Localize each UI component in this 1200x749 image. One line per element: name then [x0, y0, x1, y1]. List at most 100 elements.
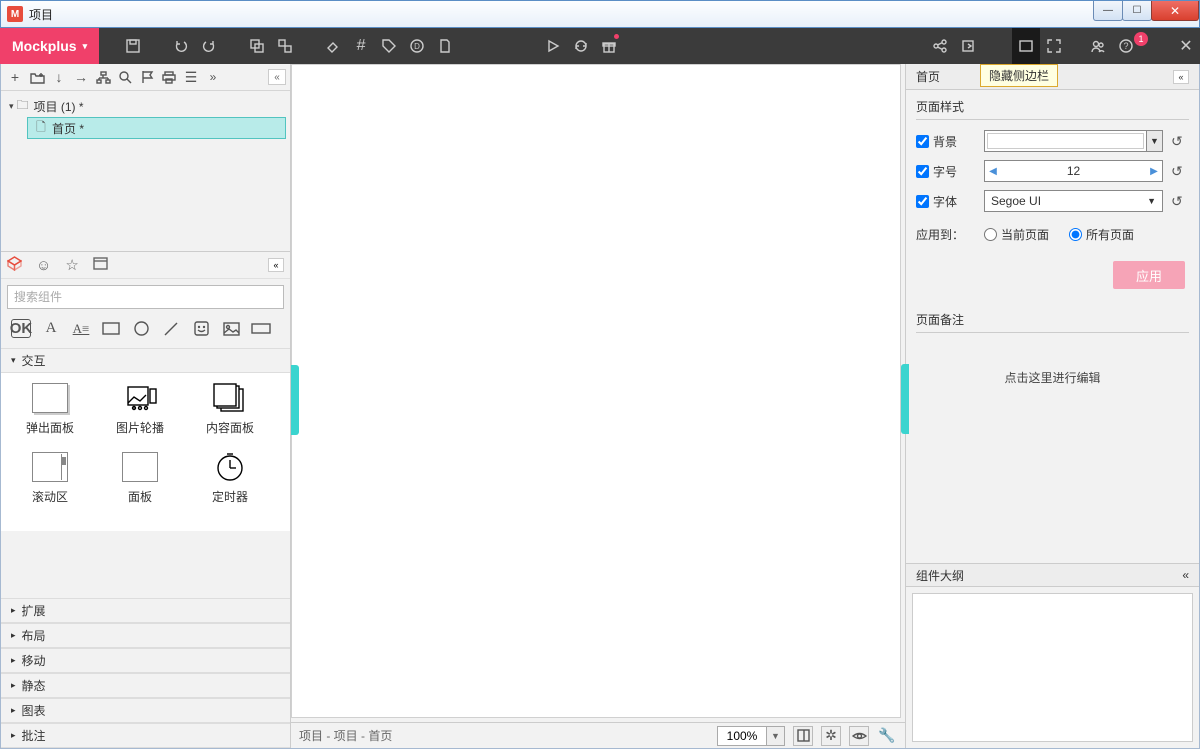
window-title: 项目	[29, 6, 53, 23]
tree-page[interactable]: 🗋首页 *	[27, 117, 286, 139]
export-icon[interactable]	[954, 28, 982, 64]
left-handle[interactable]	[291, 365, 299, 435]
right-handle[interactable]	[901, 364, 909, 434]
print-icon[interactable]	[159, 67, 179, 87]
comp-carousel[interactable]: 图片轮播	[95, 383, 185, 436]
memo-editor[interactable]: 点击这里进行编辑	[906, 339, 1199, 416]
comp-content[interactable]: 内容面板	[185, 383, 275, 436]
list-icon[interactable]: ☰	[181, 67, 201, 87]
right-tab-label: 首页	[916, 68, 940, 85]
play-icon[interactable]	[539, 28, 567, 64]
group-icon[interactable]	[243, 28, 271, 64]
svg-text:?: ?	[1123, 41, 1128, 51]
radio-current[interactable]: 当前页面	[984, 226, 1049, 243]
category-annotation[interactable]: ▸批注	[1, 723, 290, 748]
comp-timer[interactable]: 定时器	[185, 452, 275, 505]
add-icon[interactable]: +	[5, 67, 25, 87]
collapse-tree-icon[interactable]: «	[268, 69, 286, 85]
brand-menu[interactable]: Mockplus	[0, 28, 99, 64]
font-reset-icon[interactable]: ↺	[1171, 193, 1189, 210]
collapse-components-icon[interactable]: «	[268, 258, 284, 272]
page-icon[interactable]	[431, 28, 459, 64]
eraser-icon[interactable]	[319, 28, 347, 64]
components-tab-icon[interactable]	[7, 256, 22, 275]
font-select[interactable]: Segoe UI▼	[984, 190, 1163, 212]
svg-text:D: D	[414, 42, 420, 51]
page-tree: ▾🗀项目 (1) * 🗋首页 *	[1, 91, 290, 251]
text-shape-icon[interactable]: A	[41, 320, 61, 337]
close-panel-icon[interactable]: ✕	[1172, 28, 1200, 64]
line-shape-icon[interactable]	[161, 321, 181, 337]
emoji-tab-icon[interactable]: ☺	[36, 257, 51, 274]
canvas[interactable]	[291, 64, 901, 718]
category-static[interactable]: ▸静态	[1, 673, 290, 698]
outline-body[interactable]	[912, 593, 1193, 742]
search-input[interactable]	[7, 285, 284, 309]
team-icon[interactable]	[1084, 28, 1112, 64]
comp-scroll[interactable]: 滚动区	[5, 452, 95, 505]
ungroup-icon[interactable]	[271, 28, 299, 64]
fullscreen-icon[interactable]	[1040, 28, 1068, 64]
category-chart[interactable]: ▸图表	[1, 698, 290, 723]
my-tab-icon[interactable]	[93, 257, 108, 274]
notification-badge[interactable]: 1	[1134, 32, 1148, 46]
button-shape-icon[interactable]: OK	[11, 319, 31, 338]
minimize-button[interactable]: ―	[1093, 1, 1123, 21]
redo-icon[interactable]	[195, 28, 223, 64]
close-button[interactable]: ✕	[1151, 1, 1199, 21]
grid-icon[interactable]: #	[347, 28, 375, 64]
more-icon[interactable]: »	[203, 67, 223, 87]
fontsize-checkbox[interactable]: 字号	[916, 163, 976, 180]
apply-button[interactable]: 应用	[1113, 261, 1185, 289]
demo-d-icon[interactable]: D	[403, 28, 431, 64]
favorites-tab-icon[interactable]: ☆	[65, 256, 78, 274]
fontsize-reset-icon[interactable]: ↺	[1171, 163, 1189, 180]
textline-shape-icon[interactable]: A≡	[71, 321, 91, 337]
settings-icon[interactable]: 🔧	[877, 726, 897, 746]
zoom-input[interactable]	[717, 726, 767, 746]
rect-shape-icon[interactable]	[101, 322, 121, 335]
circle-shape-icon[interactable]	[131, 321, 151, 336]
category-mobile[interactable]: ▸移动	[1, 648, 290, 673]
collapse-outline-icon[interactable]: «	[1182, 568, 1189, 582]
gift-icon[interactable]	[595, 28, 623, 64]
sync-icon[interactable]	[567, 28, 595, 64]
share-icon[interactable]	[926, 28, 954, 64]
sitemap-icon[interactable]	[93, 67, 113, 87]
collapse-right-icon[interactable]: «	[1173, 70, 1189, 84]
eye-icon[interactable]	[849, 726, 869, 746]
right-icon[interactable]: →	[71, 67, 91, 87]
bg-color-picker[interactable]: ▼	[984, 130, 1163, 152]
category-layout[interactable]: ▸布局	[1, 623, 290, 648]
folder-add-icon[interactable]	[27, 67, 47, 87]
tag-icon[interactable]	[375, 28, 403, 64]
flag-icon[interactable]	[137, 67, 157, 87]
toggle-sidebar-icon[interactable]	[1012, 28, 1040, 64]
zoom-dropdown-icon[interactable]: ▼	[767, 726, 785, 746]
undo-icon[interactable]	[167, 28, 195, 64]
bg-reset-icon[interactable]: ↺	[1171, 133, 1189, 150]
font-checkbox[interactable]: 字体	[916, 193, 976, 210]
category-extend[interactable]: ▸扩展	[1, 598, 290, 623]
input-shape-icon[interactable]	[251, 323, 271, 334]
fit-icon[interactable]	[793, 726, 813, 746]
comp-panel[interactable]: 面板	[95, 452, 185, 505]
statusbar: 项目 - 项目 - 首页 ▼ ✲ 🔧	[291, 722, 905, 748]
image-shape-icon[interactable]	[221, 322, 241, 336]
radio-all[interactable]: 所有页面	[1069, 226, 1134, 243]
tree-root[interactable]: ▾🗀项目 (1) *	[5, 95, 286, 117]
page-toolbar: + ↓ → ☰ » «	[1, 64, 290, 91]
smiley-shape-icon[interactable]	[191, 321, 211, 336]
canvas-area: 项目 - 项目 - 首页 ▼ ✲ 🔧	[291, 64, 905, 748]
maximize-button[interactable]: ☐	[1122, 1, 1152, 21]
save-icon[interactable]	[119, 28, 147, 64]
tooltip: 隐藏侧边栏	[980, 64, 1058, 87]
section-memo: 页面备注	[906, 303, 1199, 332]
comp-popup[interactable]: 弹出面板	[5, 383, 95, 436]
search-icon[interactable]	[115, 67, 135, 87]
down-icon[interactable]: ↓	[49, 67, 69, 87]
category-interact[interactable]: ▾交互	[1, 348, 290, 373]
highlight-icon[interactable]: ✲	[821, 726, 841, 746]
fontsize-spinner[interactable]: ◀12▶	[984, 160, 1163, 182]
bg-checkbox[interactable]: 背景	[916, 133, 976, 150]
